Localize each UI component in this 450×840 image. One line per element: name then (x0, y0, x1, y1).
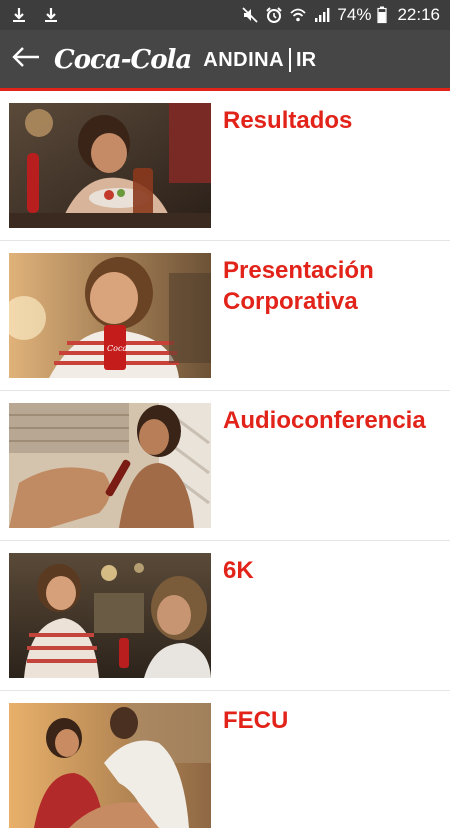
list-item-audioconferencia[interactable]: Audioconferencia (0, 391, 450, 541)
system-icons: 74% 22:16 (241, 4, 440, 26)
thumbnail-image (9, 403, 211, 528)
thumbnail-image (9, 553, 211, 678)
arrow-left-icon (12, 46, 40, 73)
menu-list: Resultados Coca Presentación Corporativa (0, 91, 450, 840)
thumbnail-image (9, 103, 211, 228)
battery-percent: 74% (337, 5, 372, 24)
download-icon (10, 6, 28, 24)
item-title: 6K (223, 557, 254, 584)
alarm-icon (265, 6, 283, 24)
list-item-presentacion-corporativa[interactable]: Coca Presentación Corporativa (0, 241, 450, 391)
signal-icon (313, 6, 331, 24)
logo-ir: IR (296, 48, 317, 71)
clock: 22:16 (397, 5, 440, 24)
list-item-6k[interactable]: 6K (0, 541, 450, 691)
item-title: FECU (223, 707, 289, 734)
app-bar: Coca-Cola ANDINA IR (0, 30, 450, 91)
wifi-icon (289, 6, 307, 24)
mute-icon (241, 6, 259, 24)
list-item-fecu[interactable]: FECU (0, 691, 450, 840)
svg-text:Coca: Coca (107, 344, 127, 353)
item-title: Resultados (223, 107, 353, 134)
download-icon (42, 6, 60, 24)
coca-cola-andina-ir-logo: Coca-Cola ANDINA IR (54, 40, 316, 80)
item-title: Audioconferencia (223, 407, 426, 434)
notification-icons (10, 6, 60, 24)
status-bar: 74% 22:16 (0, 0, 450, 30)
back-button[interactable] (6, 39, 46, 79)
logo-script: Coca-Cola (54, 45, 192, 75)
thumbnail-image (9, 703, 211, 828)
thumbnail-image: Coca (9, 253, 211, 378)
logo-brand: ANDINA (203, 48, 285, 71)
item-title: Presentación Corporativa (223, 257, 374, 315)
battery-icon (377, 6, 388, 24)
logo-divider (289, 48, 292, 72)
list-item-resultados[interactable]: Resultados (0, 91, 450, 241)
